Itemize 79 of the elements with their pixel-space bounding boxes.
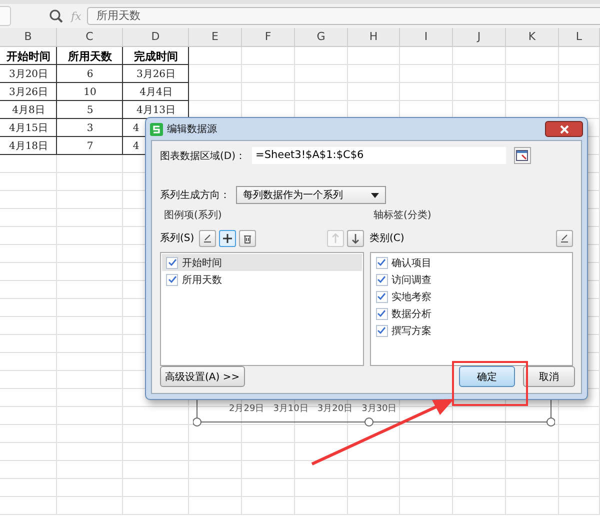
close-icon bbox=[560, 124, 568, 134]
table-cell-text: 3月26日 bbox=[8, 86, 48, 99]
up-arrow-icon bbox=[330, 232, 340, 244]
move-down-button[interactable] bbox=[346, 230, 364, 246]
range-label: 图表数据区域(D)： bbox=[160, 150, 246, 162]
table-cell-text: 4月18日 bbox=[8, 140, 48, 153]
direction-dropdown[interactable]: 每列数据作为一个系列 bbox=[236, 186, 386, 204]
table-cell-text: 3月26日 bbox=[136, 68, 176, 81]
trash-icon bbox=[242, 232, 254, 244]
plus-icon bbox=[222, 232, 234, 244]
delete-button[interactable] bbox=[239, 230, 256, 246]
series-label: 系列(S) bbox=[160, 232, 194, 245]
pencil-icon bbox=[202, 232, 214, 244]
table-cell: 10 bbox=[84, 86, 96, 98]
pencil-icon bbox=[559, 232, 570, 244]
table-cell: 3 bbox=[86, 122, 94, 134]
series-item[interactable]: 所用天数 bbox=[162, 271, 362, 288]
table-cell: 4 bbox=[132, 122, 140, 134]
column-header[interactable]: E bbox=[189, 28, 242, 46]
table-cell-text: 4月15日 bbox=[8, 122, 48, 135]
edit-button[interactable] bbox=[199, 230, 216, 246]
range-field[interactable]: =Sheet3!$A$1:$C$6 bbox=[252, 147, 506, 164]
group-title: 轴标签(分类) bbox=[372, 208, 432, 223]
checkbox[interactable] bbox=[376, 274, 388, 286]
axis-label: 3月20日 bbox=[317, 403, 353, 415]
down-arrow-icon bbox=[350, 232, 360, 244]
category-item[interactable]: 实地考察 bbox=[372, 288, 571, 305]
checkbox[interactable] bbox=[376, 308, 388, 320]
checkbox[interactable] bbox=[376, 324, 388, 336]
column-header[interactable]: F bbox=[242, 28, 295, 46]
axis-label: 3月30日 bbox=[362, 403, 397, 415]
table-cell-text: 3月20日 bbox=[8, 68, 48, 81]
table-cell: 7 bbox=[86, 140, 94, 152]
column-header[interactable]: G bbox=[295, 28, 348, 46]
group-title: 图例项(系列) bbox=[163, 208, 223, 223]
category-item[interactable]: 访问调查 bbox=[372, 271, 571, 288]
column-header[interactable]: L bbox=[559, 28, 600, 46]
formula-field[interactable]: 所用天数 bbox=[87, 7, 600, 25]
advanced-settings-button[interactable]: 高级设置(A) >> bbox=[160, 366, 245, 387]
table-header: 所用天数 bbox=[68, 48, 112, 64]
column-header[interactable]: C bbox=[57, 28, 123, 46]
table-cell-text: 4月4日 bbox=[140, 86, 172, 99]
direction-label: 系列生成方向： bbox=[160, 188, 230, 202]
cancel-button[interactable]: 取消 bbox=[523, 366, 575, 387]
chart-frame[interactable] bbox=[193, 398, 555, 428]
table-header: 完成时间 bbox=[134, 48, 178, 64]
window-title: 编辑数据源 bbox=[167, 122, 217, 136]
range-picker-button[interactable] bbox=[514, 147, 531, 164]
category-item[interactable]: 确认项目 bbox=[372, 254, 571, 271]
column-header[interactable]: I bbox=[400, 28, 453, 46]
checkbox[interactable] bbox=[166, 256, 178, 268]
column-header[interactable]: B bbox=[0, 28, 57, 46]
column-header[interactable]: J bbox=[453, 28, 506, 46]
table-cell: 5 bbox=[86, 104, 94, 116]
checkbox[interactable] bbox=[376, 290, 388, 302]
table-cell: 4 bbox=[132, 140, 140, 152]
category-label: 类别(C) bbox=[370, 232, 404, 245]
axis-label: 3月10日 bbox=[273, 403, 308, 415]
caret-icon bbox=[371, 192, 379, 198]
table-cell-text: 4月8日 bbox=[12, 104, 45, 117]
category-item[interactable]: 撰写方案 bbox=[372, 322, 571, 339]
table-header: 开始时间 bbox=[6, 48, 50, 64]
ok-button[interactable]: 确定 bbox=[459, 366, 515, 387]
column-header[interactable]: K bbox=[506, 28, 559, 46]
category-item[interactable]: 数据分析 bbox=[372, 305, 571, 322]
close-button[interactable] bbox=[545, 121, 583, 137]
column-header[interactable]: H bbox=[348, 28, 400, 46]
series-item[interactable]: 开始时间 bbox=[162, 254, 362, 271]
column-header[interactable]: D bbox=[123, 28, 189, 46]
checkbox[interactable] bbox=[376, 256, 388, 268]
window-icon bbox=[516, 150, 528, 161]
edit-button[interactable] bbox=[556, 230, 573, 246]
add-button[interactable] bbox=[219, 230, 236, 246]
checkbox[interactable] bbox=[166, 274, 178, 286]
axis-label: 2月29日 bbox=[229, 403, 264, 415]
table-cell: 6 bbox=[86, 68, 94, 80]
zoom-icon[interactable] bbox=[49, 9, 63, 23]
app-icon bbox=[150, 122, 163, 136]
table-cell-text: 4月13日 bbox=[136, 104, 176, 117]
